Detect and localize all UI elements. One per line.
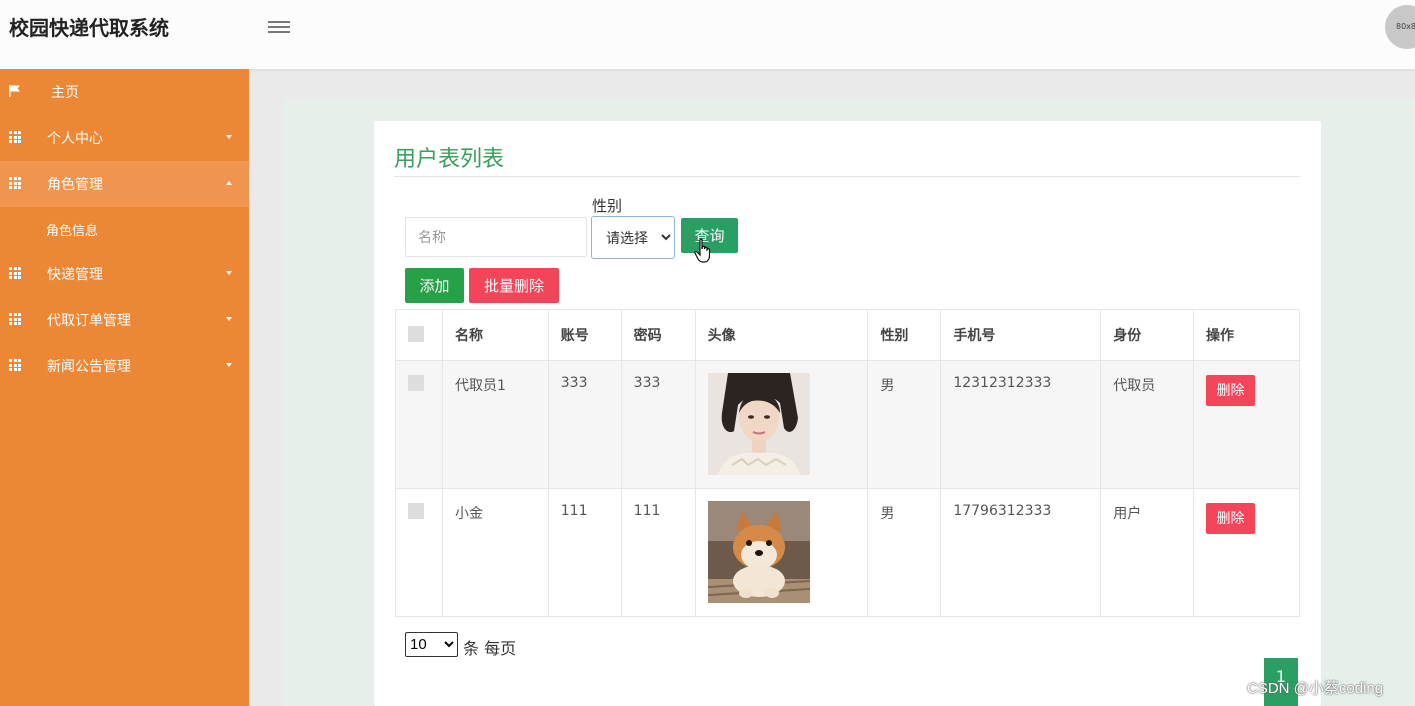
sidebar-item-news-management[interactable]: 新闻公告管理 <box>0 343 249 389</box>
add-button[interactable]: 添加 <box>405 268 464 303</box>
cell-password: 333 <box>620 360 696 489</box>
sidebar-item-role-management[interactable]: 角色管理 <box>0 161 249 207</box>
sidebar-item-label: 新闻公告管理 <box>47 359 131 375</box>
hand-cursor-icon <box>694 238 711 263</box>
cell-role: 用户 <box>1100 488 1195 617</box>
chevron-down-icon <box>226 135 232 139</box>
chevron-up-icon <box>226 181 232 185</box>
cell-name: 小金 <box>441 488 549 617</box>
table-header-row: 名称 账号 密码 头像 性别 手机号 身份 操作 <box>395 309 1300 361</box>
delete-button[interactable]: 删除 <box>1206 503 1256 534</box>
sidebar-item-label: 代取订单管理 <box>47 313 131 329</box>
sidebar: 主页 个人中心 角色管理 角色信息 快递管理 代取订单管理 新闻公告管理 <box>0 69 249 706</box>
sidebar-item-express-management[interactable]: 快递管理 <box>0 251 249 297</box>
sidebar-item-order-management[interactable]: 代取订单管理 <box>0 297 249 343</box>
cell-account: 333 <box>547 360 622 489</box>
cell-account: 111 <box>547 488 622 617</box>
flag-icon <box>9 85 21 97</box>
title-divider <box>394 176 1300 177</box>
gender-label: 性别 <box>592 197 623 215</box>
sidebar-item-personal-center[interactable]: 个人中心 <box>0 115 249 161</box>
sidebar-item-label: 快递管理 <box>47 267 103 283</box>
grid-icon <box>9 177 21 189</box>
gender-select[interactable]: 请选择 <box>591 216 675 259</box>
table-row: 代取员1 333 333 男 12312312333 代取员 删除 <box>395 360 1300 489</box>
app-title: 校园快递代取系统 <box>9 16 169 40</box>
sidebar-item-label: 个人中心 <box>47 131 103 147</box>
cell-avatar <box>694 360 869 489</box>
menu-toggle-icon[interactable] <box>268 18 290 36</box>
cell-phone: 12312312333 <box>940 360 1102 489</box>
row-checkbox[interactable] <box>395 488 443 617</box>
top-header: 校园快递代取系统 80x80 <box>0 0 1415 69</box>
column-header[interactable]: 密码 <box>620 309 696 361</box>
avatar[interactable]: 80x80 <box>1385 5 1415 49</box>
chevron-down-icon <box>226 271 232 275</box>
chevron-down-icon <box>226 317 232 321</box>
row-checkbox[interactable] <box>395 360 443 489</box>
grid-icon <box>9 359 21 371</box>
sidebar-item-label: 主页 <box>51 85 79 101</box>
column-header[interactable]: 手机号 <box>940 309 1102 361</box>
table-row: 小金 111 111 男 17796312333 用户 删除 <box>395 488 1300 617</box>
chevron-down-icon <box>226 363 232 367</box>
user-list-card: 用户表列表 性别 请选择 查询 添加 批量删除 名称 账号 密码 头像 性别 手… <box>374 121 1321 706</box>
grid-icon <box>9 131 21 143</box>
batch-delete-button[interactable]: 批量删除 <box>469 268 559 303</box>
column-header[interactable]: 身份 <box>1100 309 1195 361</box>
page-size-label: 条 每页 <box>463 639 517 658</box>
name-search-input[interactable] <box>405 217 587 257</box>
cell-phone: 17796312333 <box>940 488 1102 617</box>
page-size-select[interactable]: 10 <box>405 632 458 657</box>
cell-gender: 男 <box>867 488 942 617</box>
column-header[interactable]: 账号 <box>547 309 622 361</box>
user-table: 名称 账号 密码 头像 性别 手机号 身份 操作 代取员1 333 333 男 … <box>395 309 1300 617</box>
cell-actions: 删除 <box>1193 360 1300 489</box>
cell-password: 111 <box>620 488 696 617</box>
column-header[interactable]: 性别 <box>867 309 942 361</box>
delete-button[interactable]: 删除 <box>1206 375 1256 406</box>
sidebar-subitem-role-info[interactable]: 角色信息 <box>0 207 249 251</box>
sidebar-item-label: 角色管理 <box>47 177 103 193</box>
column-header: 头像 <box>694 309 869 361</box>
column-header[interactable]: 名称 <box>441 309 549 361</box>
column-header: 操作 <box>1193 309 1300 361</box>
grid-icon <box>9 267 21 279</box>
cell-name: 代取员1 <box>441 360 549 489</box>
cell-gender: 男 <box>867 360 942 489</box>
watermark: CSDN @小蔡coding <box>1247 680 1384 697</box>
cell-actions: 删除 <box>1193 488 1300 617</box>
avatar-image-woman[interactable] <box>707 373 810 475</box>
cell-avatar <box>694 488 869 617</box>
sidebar-item-home[interactable]: 主页 <box>0 69 249 115</box>
grid-icon <box>9 313 21 325</box>
avatar-image-dog[interactable] <box>707 501 810 603</box>
page-title: 用户表列表 <box>394 147 505 172</box>
select-all-checkbox[interactable] <box>395 309 443 361</box>
cell-role: 代取员 <box>1100 360 1195 489</box>
